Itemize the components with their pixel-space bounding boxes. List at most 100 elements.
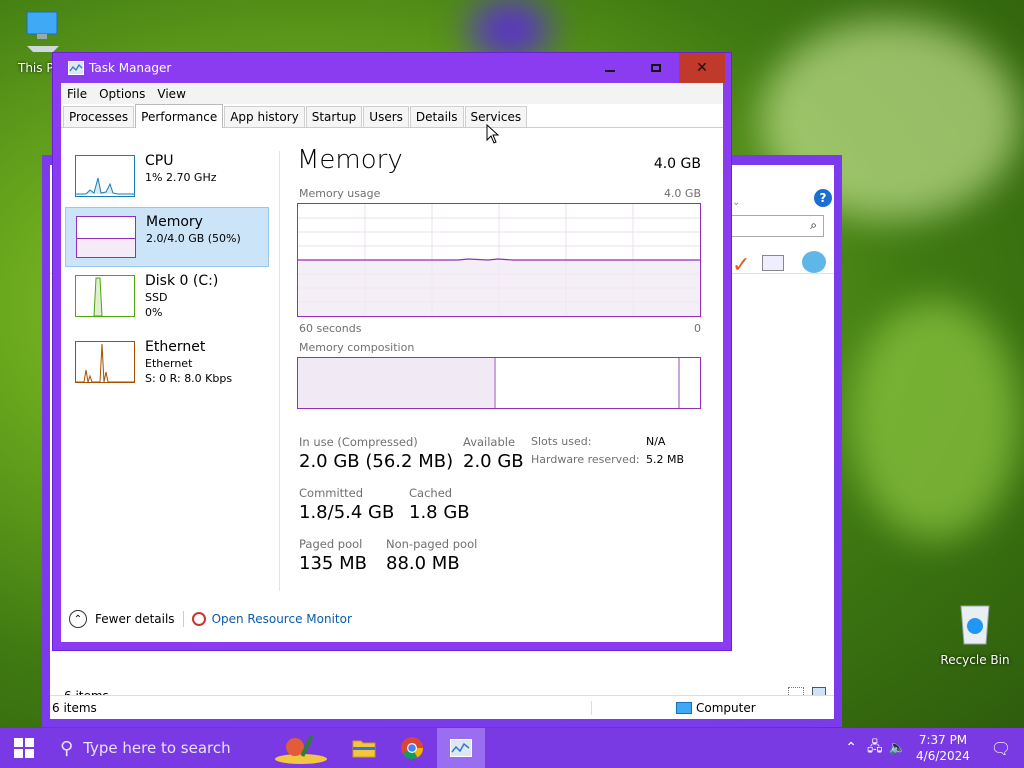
fewer-details-button[interactable]: Fewer details (95, 612, 175, 626)
close-icon: ✕ (696, 60, 708, 76)
sidebar-item-memory[interactable]: Memory 2.0/4.0 GB (50%) (65, 207, 269, 267)
hardware-reserved-value: 5.2 MB (646, 453, 685, 466)
maximize-icon (651, 64, 661, 72)
tab-app-history[interactable]: App history (224, 106, 305, 127)
composition-standby (498, 358, 678, 408)
composition-modified-divider (678, 358, 680, 408)
tab-processes[interactable]: Processes (63, 106, 135, 127)
sidebar-item-ethernet[interactable]: Ethernet Ethernet S: 0 R: 8.0 Kbps (65, 333, 269, 393)
sidebar-memory-detail: 2.0/4.0 GB (50%) (146, 232, 241, 245)
committed-value: 1.8/5.4 GB (299, 502, 395, 523)
explorer-search-input[interactable]: ⌕ (730, 215, 824, 237)
sidebar-disk-name: Disk 0 (C:) (145, 273, 219, 289)
chevron-down-icon[interactable]: ⌄ (732, 197, 740, 208)
tab-startup[interactable]: Startup (305, 106, 363, 127)
sidebar-cpu-detail: 1% 2.70 GHz (145, 171, 217, 184)
paged-pool-value: 135 MB (299, 553, 367, 574)
taskbar-clock[interactable]: 7:37 PM 4/6/2024 (908, 732, 978, 764)
task-manager-body: File Options View Processes Performance … (61, 83, 723, 642)
cpu-sparkline (76, 177, 134, 195)
system-tray: ⌃ 🖧 🔈 7:37 PM 4/6/2024 🗨 (845, 728, 1024, 768)
disk-sparkline (93, 277, 103, 317)
graph-time-right: 0 (694, 322, 701, 335)
available-value: 2.0 GB (463, 451, 524, 472)
chrome-icon (401, 737, 423, 759)
task-manager-icon (68, 61, 84, 75)
paged-pool-label: Paged pool (299, 537, 363, 551)
minimize-icon (605, 70, 615, 72)
available-label: Available (463, 435, 516, 449)
checkmark-icon[interactable]: ✓ (732, 253, 750, 278)
memory-composition-bar (297, 357, 701, 409)
memory-total: 4.0 GB (653, 156, 701, 172)
computer-icon (676, 701, 692, 714)
clock-time: 7:37 PM (918, 733, 968, 747)
search-icon: ⌕ (810, 218, 817, 232)
resource-monitor-icon (191, 612, 206, 626)
nonpaged-pool-label: Non-paged pool (386, 537, 478, 551)
start-button[interactable] (0, 728, 48, 768)
performance-sidebar: CPU 1% 2.70 GHz Memory 2.0/4.0 GB (50%) … (61, 129, 273, 606)
taskbar-search[interactable]: ⚲ Type here to search (48, 728, 248, 768)
recycle-bin-icon (960, 605, 990, 645)
sidebar-memory-name: Memory (146, 214, 203, 230)
status-location-label: Computer (696, 700, 756, 715)
memory-composition-label: Memory composition (299, 341, 415, 354)
status-location: Computer (676, 701, 756, 715)
memory-usage-max: 4.0 GB (663, 187, 701, 200)
notifications-icon[interactable]: 🗨 (978, 739, 1024, 758)
status-items: 6 items (52, 700, 592, 715)
sidebar-item-cpu[interactable]: CPU 1% 2.70 GHz (65, 147, 269, 207)
sidebar-item-disk[interactable]: Disk 0 (C:) SSD 0% (65, 267, 269, 327)
task-manager-window[interactable]: Task Manager ✕ File Options View Process… (52, 52, 732, 651)
sidebar-disk-usage: 0% (145, 306, 163, 319)
menu-file[interactable]: File (61, 87, 93, 101)
fewer-details-icon[interactable]: ⌃ (69, 610, 87, 628)
task-manager-title-bar[interactable]: Task Manager ✕ (53, 53, 731, 83)
menu-view[interactable]: View (151, 87, 191, 101)
close-button[interactable]: ✕ (679, 53, 725, 83)
task-manager-footer: ⌃ Fewer details Open Resource Monitor (69, 610, 352, 628)
recycle-bin-desktop-icon[interactable]: Recycle Bin (940, 602, 1010, 667)
tools-illustration-icon (275, 735, 327, 764)
menu-options[interactable]: Options (93, 87, 151, 101)
mouse-cursor-icon (486, 124, 500, 144)
graph-time-left: 60 seconds (299, 322, 362, 335)
cached-value: 1.8 GB (409, 502, 470, 523)
minimize-button[interactable] (587, 53, 633, 83)
ethernet-thumbnail-graph (75, 341, 135, 383)
mail-icon[interactable] (762, 255, 784, 271)
slots-used-value: N/A (646, 435, 666, 448)
memory-thumbnail-fill (77, 238, 135, 257)
ethernet-sparkline (76, 343, 134, 383)
taskbar-task-manager[interactable] (437, 728, 485, 768)
tab-details[interactable]: Details (409, 106, 464, 127)
open-resource-monitor-link[interactable]: Open Resource Monitor (212, 612, 352, 626)
task-manager-taskbar-icon (450, 739, 472, 757)
sidebar-ethernet-adapter: Ethernet (145, 357, 193, 370)
tab-performance[interactable]: Performance (135, 104, 224, 128)
volume-muted-icon[interactable]: 🔈 (889, 740, 906, 756)
in-use-label: In use (Compressed) (299, 435, 418, 449)
taskbar-widget-tools-icon[interactable] (266, 728, 336, 768)
taskbar-file-explorer[interactable] (340, 728, 388, 768)
cached-label: Cached (409, 486, 453, 500)
memory-thumbnail-graph (76, 216, 136, 258)
network-icon[interactable]: 🖧 (867, 736, 883, 760)
window-title: Task Manager (89, 61, 172, 75)
monitor-icon (26, 11, 59, 52)
help-icon[interactable]: ? (814, 189, 832, 207)
memory-usage-label: Memory usage (299, 187, 381, 200)
clock-date: 4/6/2024 (916, 749, 970, 763)
show-hidden-icons-chevron-icon[interactable]: ⌃ (845, 740, 857, 756)
committed-label: Committed (299, 486, 364, 500)
hardware-reserved-label: Hardware reserved: (531, 453, 640, 466)
shell-icon[interactable] (802, 251, 826, 273)
wallpaper-leaf (850, 300, 1020, 540)
recycle-bin-label: Recycle Bin (940, 653, 1010, 667)
taskbar-chrome[interactable] (388, 728, 436, 768)
tab-users[interactable]: Users (363, 106, 409, 127)
maximize-button[interactable] (633, 53, 679, 83)
menu-bar: File Options View (61, 83, 723, 104)
footer-separator (182, 611, 184, 627)
